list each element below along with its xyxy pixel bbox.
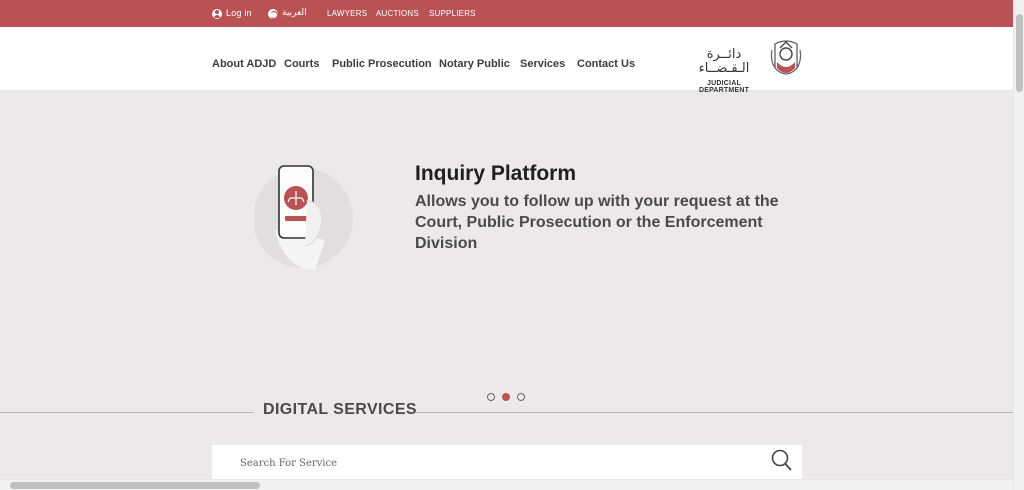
inquiry-phone-illustration [255,165,353,270]
user-icon [212,8,222,19]
top-bar: Log in العربية LAWYERS AUCTIONS SUPPLIER… [0,0,1013,27]
login-label: Log in [226,8,252,18]
horizontal-scrollbar[interactable] [0,479,1013,490]
horizontal-scroll-thumb[interactable] [10,482,260,489]
carousel-dot-2[interactable] [502,393,510,401]
lawyers-link[interactable]: LAWYERS [327,0,367,27]
language-label: العربية [282,8,307,18]
search-icon[interactable] [770,449,792,473]
carousel-dot-1[interactable] [487,393,495,401]
hero-description: Allows you to follow up with your reques… [415,193,779,252]
logo-english: JUDICIAL DEPARTMENT [698,80,750,94]
digital-services-title: DIGITAL SERVICES [263,401,417,418]
language-switch[interactable]: العربية [268,0,307,27]
logo-arabic: دائــرة الـقـضــاء [698,47,750,76]
logo-text[interactable]: دائــرة الـقـضــاء JUDICIAL DEPARTMENT [682,47,766,95]
section-divider-left [0,412,253,413]
login-link[interactable]: Log in [212,0,252,27]
nav-contact-us[interactable]: Contact Us [577,58,635,70]
suppliers-link[interactable]: SUPPLIERS [429,0,476,27]
vertical-scroll-thumb[interactable] [1016,14,1023,92]
service-search-input[interactable] [240,454,760,472]
section-divider-right [415,412,1013,413]
hero-title: Inquiry Platform [415,162,577,185]
vertical-scrollbar[interactable] [1013,0,1024,490]
emblem-icon[interactable] [769,38,803,82]
service-search-box [212,445,802,479]
nav-about[interactable]: About ADJD [212,58,276,70]
nav-public-prosecution[interactable]: Public Prosecution [332,58,432,70]
main-header: About ADJD Courts Public Prosecution Not… [0,27,1013,95]
page: Log in العربية LAWYERS AUCTIONS SUPPLIER… [0,0,1024,490]
nav-services[interactable]: Services [520,58,565,70]
globe-icon [268,8,278,19]
nav-notary-public[interactable]: Notary Public [439,58,510,70]
auctions-link[interactable]: AUCTIONS [376,0,419,27]
nav-courts[interactable]: Courts [284,58,319,70]
carousel-dots [487,393,525,401]
carousel-dot-3[interactable] [517,393,525,401]
